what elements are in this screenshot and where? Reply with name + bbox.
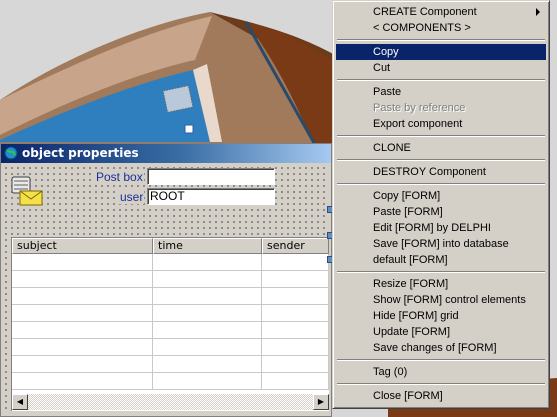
table-row[interactable] [12,305,329,322]
table-row[interactable] [12,322,329,339]
user-label: user [119,190,145,204]
menu-item-copy-form[interactable]: Copy [FORM] [336,188,546,204]
submenu-arrow-icon [536,8,540,16]
table-cell[interactable] [262,339,329,356]
table-cell[interactable] [153,322,262,339]
menu-item-create-component[interactable]: CREATE Component [336,4,546,20]
menu-separator [337,359,545,361]
table-cell[interactable] [153,339,262,356]
grid-header: subject time sender [12,238,329,254]
menu-item-resize-form[interactable]: Resize [FORM] [336,276,546,292]
menu-item-paste-form[interactable]: Paste [FORM] [336,204,546,220]
window-titlebar[interactable]: object properties [1,144,331,163]
table-cell[interactable] [12,305,153,322]
table-cell[interactable] [12,373,153,390]
mailbox-envelope-icon [11,176,43,206]
table-row[interactable] [12,271,329,288]
table-cell[interactable] [12,339,153,356]
menu-separator [337,135,545,137]
table-row[interactable] [12,356,329,373]
column-header-time[interactable]: time [153,238,262,254]
menu-item-clone[interactable]: CLONE [336,140,546,156]
menu-item-update-form[interactable]: Update [FORM] [336,324,546,340]
menu-separator [337,383,545,385]
table-cell[interactable] [262,373,329,390]
menu-item-paste[interactable]: Paste [336,84,546,100]
table-row[interactable] [12,254,329,271]
table-cell[interactable] [262,271,329,288]
menu-separator [337,79,545,81]
menu-item-components[interactable]: < COMPONENTS > [336,20,546,36]
menu-separator [337,271,545,273]
table-cell[interactable] [153,254,262,271]
menu-item-show-form-control-elements[interactable]: Show [FORM] control elements [336,292,546,308]
menu-item-copy[interactable]: Copy [336,44,546,60]
table-cell[interactable] [12,254,153,271]
menu-item-cut[interactable]: Cut [336,60,546,76]
menu-item-tag-0[interactable]: Tag (0) [336,364,546,380]
globe-icon [4,146,18,160]
table-cell[interactable] [12,356,153,373]
menu-item-default-form[interactable]: default [FORM] [336,252,546,268]
menu-item-export-component[interactable]: Export component [336,116,546,132]
table-cell[interactable] [262,305,329,322]
menu-item-save-changes-of-form[interactable]: Save changes of [FORM] [336,340,546,356]
menu-separator [337,183,545,185]
menu-separator [337,159,545,161]
menu-item-paste-by-reference: Paste by reference [373,102,466,114]
table-cell[interactable] [12,288,153,305]
menu-separator [337,39,545,41]
messages-grid[interactable]: subject time sender ◀ ▶ [11,237,329,411]
table-cell[interactable] [153,373,262,390]
scroll-left-arrow-icon[interactable]: ◀ [12,394,28,410]
table-cell[interactable] [12,322,153,339]
horizontal-scrollbar[interactable]: ◀ ▶ [12,394,329,410]
column-header-subject[interactable]: subject [12,238,153,254]
menu-item-save-form-into-database[interactable]: Save [FORM] into database [336,236,546,252]
table-cell[interactable] [262,322,329,339]
context-menu: CREATE Component < COMPONENTS > Copy Cut Pas… [332,0,550,409]
table-cell[interactable] [153,356,262,373]
table-cell[interactable] [262,254,329,271]
table-row[interactable] [12,339,329,356]
postbox-label: Post box [95,170,144,184]
scroll-right-arrow-icon[interactable]: ▶ [313,394,329,410]
table-cell[interactable] [12,271,153,288]
menu-item-close-form[interactable]: Close [FORM] [336,388,546,404]
menu-item-edit-form-by-delphi[interactable]: Edit [FORM] by DELPHI [336,220,546,236]
user-field[interactable]: ROOT [147,188,275,205]
table-cell[interactable] [153,271,262,288]
table-row[interactable] [12,373,329,390]
table-cell[interactable] [262,288,329,305]
object-properties-window: object properties Post box user ROOT sub… [0,143,333,417]
table-cell[interactable] [262,356,329,373]
menu-item-destroy-component[interactable]: DESTROY Component [336,164,546,180]
menu-item-hide-form-grid[interactable]: Hide [FORM] grid [336,308,546,324]
column-header-sender[interactable]: sender [262,238,329,254]
table-row[interactable] [12,288,329,305]
table-cell[interactable] [153,288,262,305]
table-cell[interactable] [153,305,262,322]
postbox-field[interactable] [147,168,275,185]
window-title: object properties [22,146,139,160]
